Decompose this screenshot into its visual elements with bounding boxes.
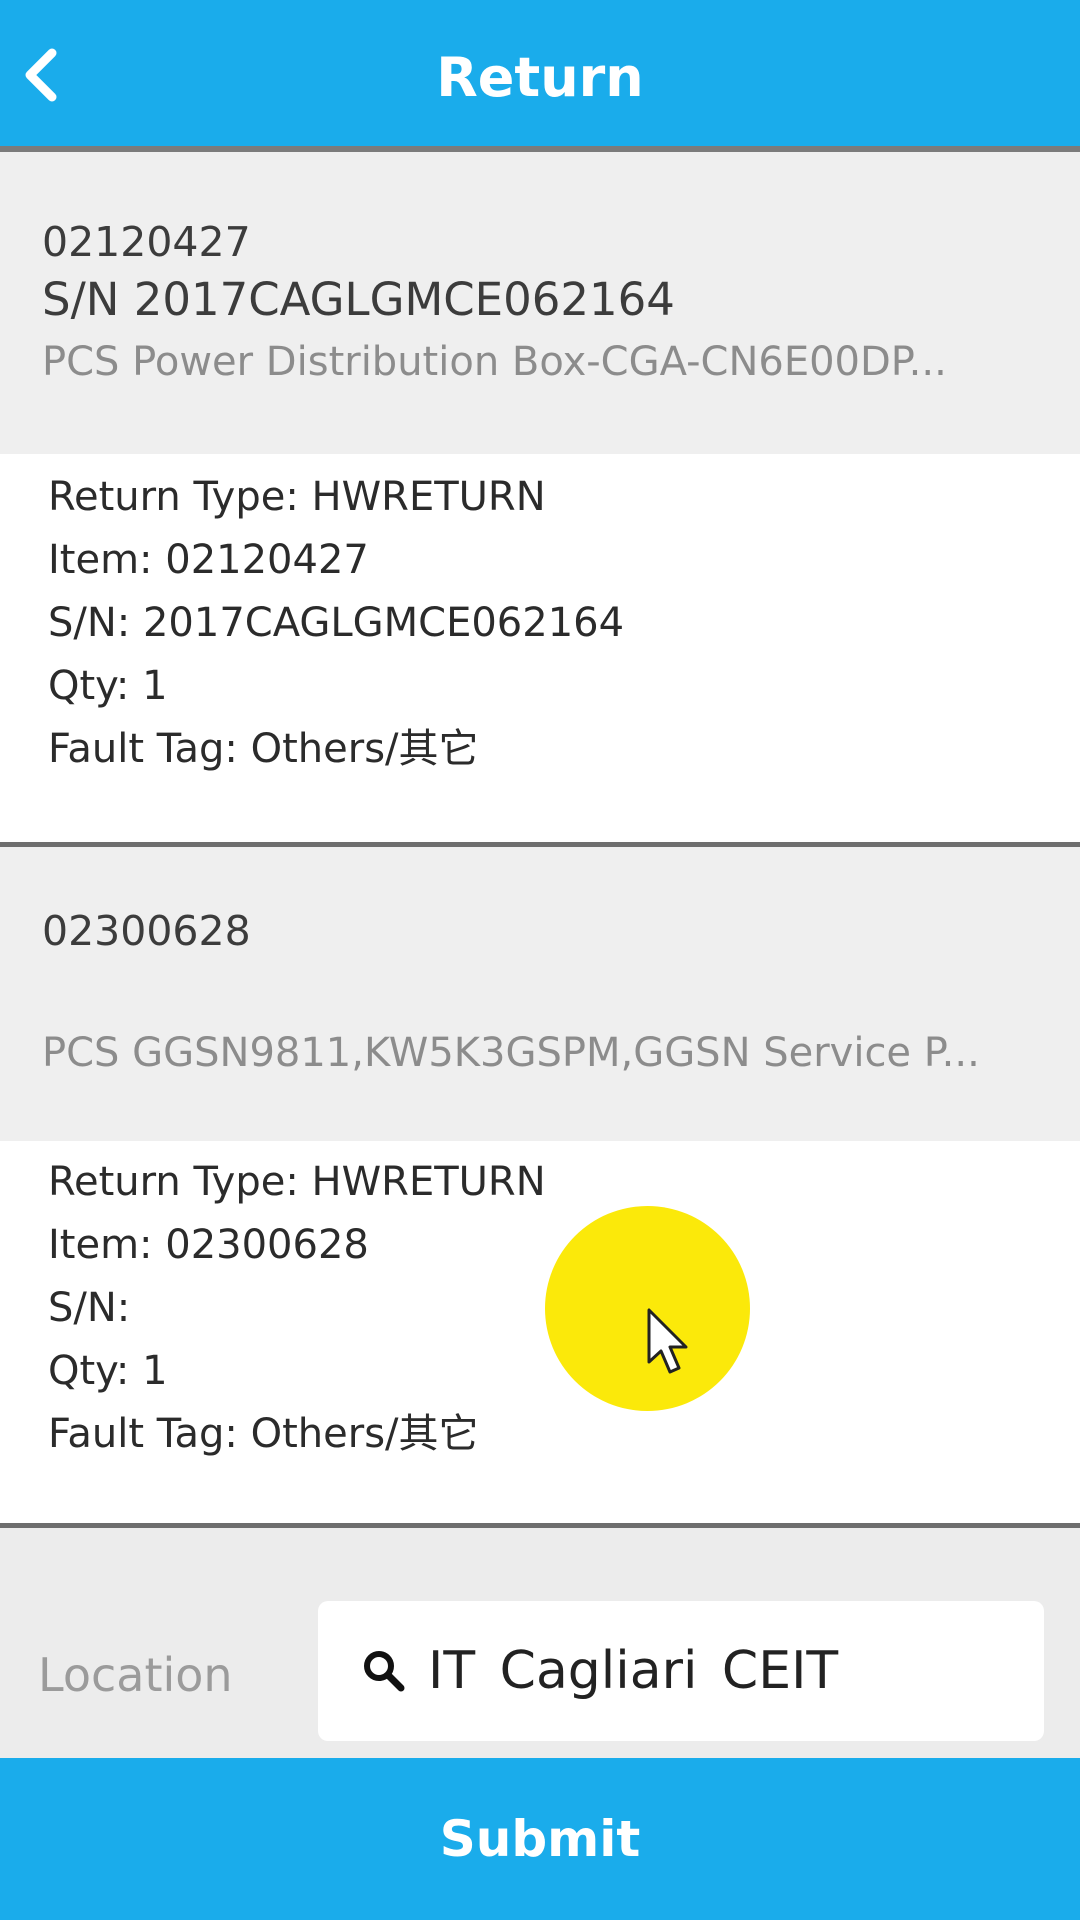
- location-label: Location: [38, 1648, 233, 1702]
- location-row: Location IT Cagliari CEIT: [0, 1528, 1080, 1758]
- item-details: Return Type: HWRETURN Item: 02120427 S/N…: [0, 454, 1080, 847]
- quantity-text: Qty: 1: [48, 663, 168, 709]
- item-summary: 02120427 S/N 2017CAGLGMCE062164 PCS Powe…: [0, 152, 1080, 454]
- pointer-cursor-icon: [647, 1308, 688, 1374]
- location-value: IT Cagliari CEIT: [428, 1641, 839, 1701]
- fault-tag-text: Fault Tag: Others/其它: [48, 726, 479, 772]
- return-type-text: Return Type: HWRETURN: [48, 1159, 546, 1205]
- item-number-text: Item: 02120427: [48, 537, 369, 583]
- search-icon: [364, 1651, 405, 1692]
- item-description: PCS GGSN9811,KW5K3GSPM,GGSN Service P...: [42, 1030, 980, 1076]
- item-serial-number: S/N 2017CAGLGMCE062164: [42, 273, 675, 326]
- item-code: 02120427: [42, 218, 251, 266]
- return-item-card[interactable]: 02300628 PCS GGSN9811,KW5K3GSPM,GGSN Ser…: [0, 847, 1080, 1528]
- location-search-input[interactable]: IT Cagliari CEIT: [318, 1601, 1044, 1741]
- quantity-text: Qty: 1: [48, 1348, 168, 1394]
- return-item-card[interactable]: 02120427 S/N 2017CAGLGMCE062164 PCS Powe…: [0, 152, 1080, 847]
- item-code: 02300628: [42, 907, 251, 955]
- submit-button[interactable]: Submit: [0, 1758, 1080, 1920]
- item-serial-number: [42, 957, 1038, 1021]
- page-title: Return: [436, 46, 644, 109]
- fault-tag-text: Fault Tag: Others/其它: [48, 1411, 479, 1457]
- item-summary: 02300628 PCS GGSN9811,KW5K3GSPM,GGSN Ser…: [0, 847, 1080, 1141]
- return-type-text: Return Type: HWRETURN: [48, 474, 546, 520]
- return-screen: Return 02120427 S/N 2017CAGLGMCE062164 P…: [0, 0, 1080, 1920]
- item-number-text: Item: 02300628: [48, 1222, 369, 1268]
- item-details: Return Type: HWRETURN Item: 02300628 S/N…: [0, 1141, 1080, 1528]
- item-description: PCS Power Distribution Box-CGA-CN6E00DP.…: [42, 339, 947, 385]
- app-header: Return: [0, 0, 1080, 152]
- serial-number-text: S/N:: [48, 1285, 131, 1331]
- serial-number-text: S/N: 2017CAGLGMCE062164: [48, 600, 625, 646]
